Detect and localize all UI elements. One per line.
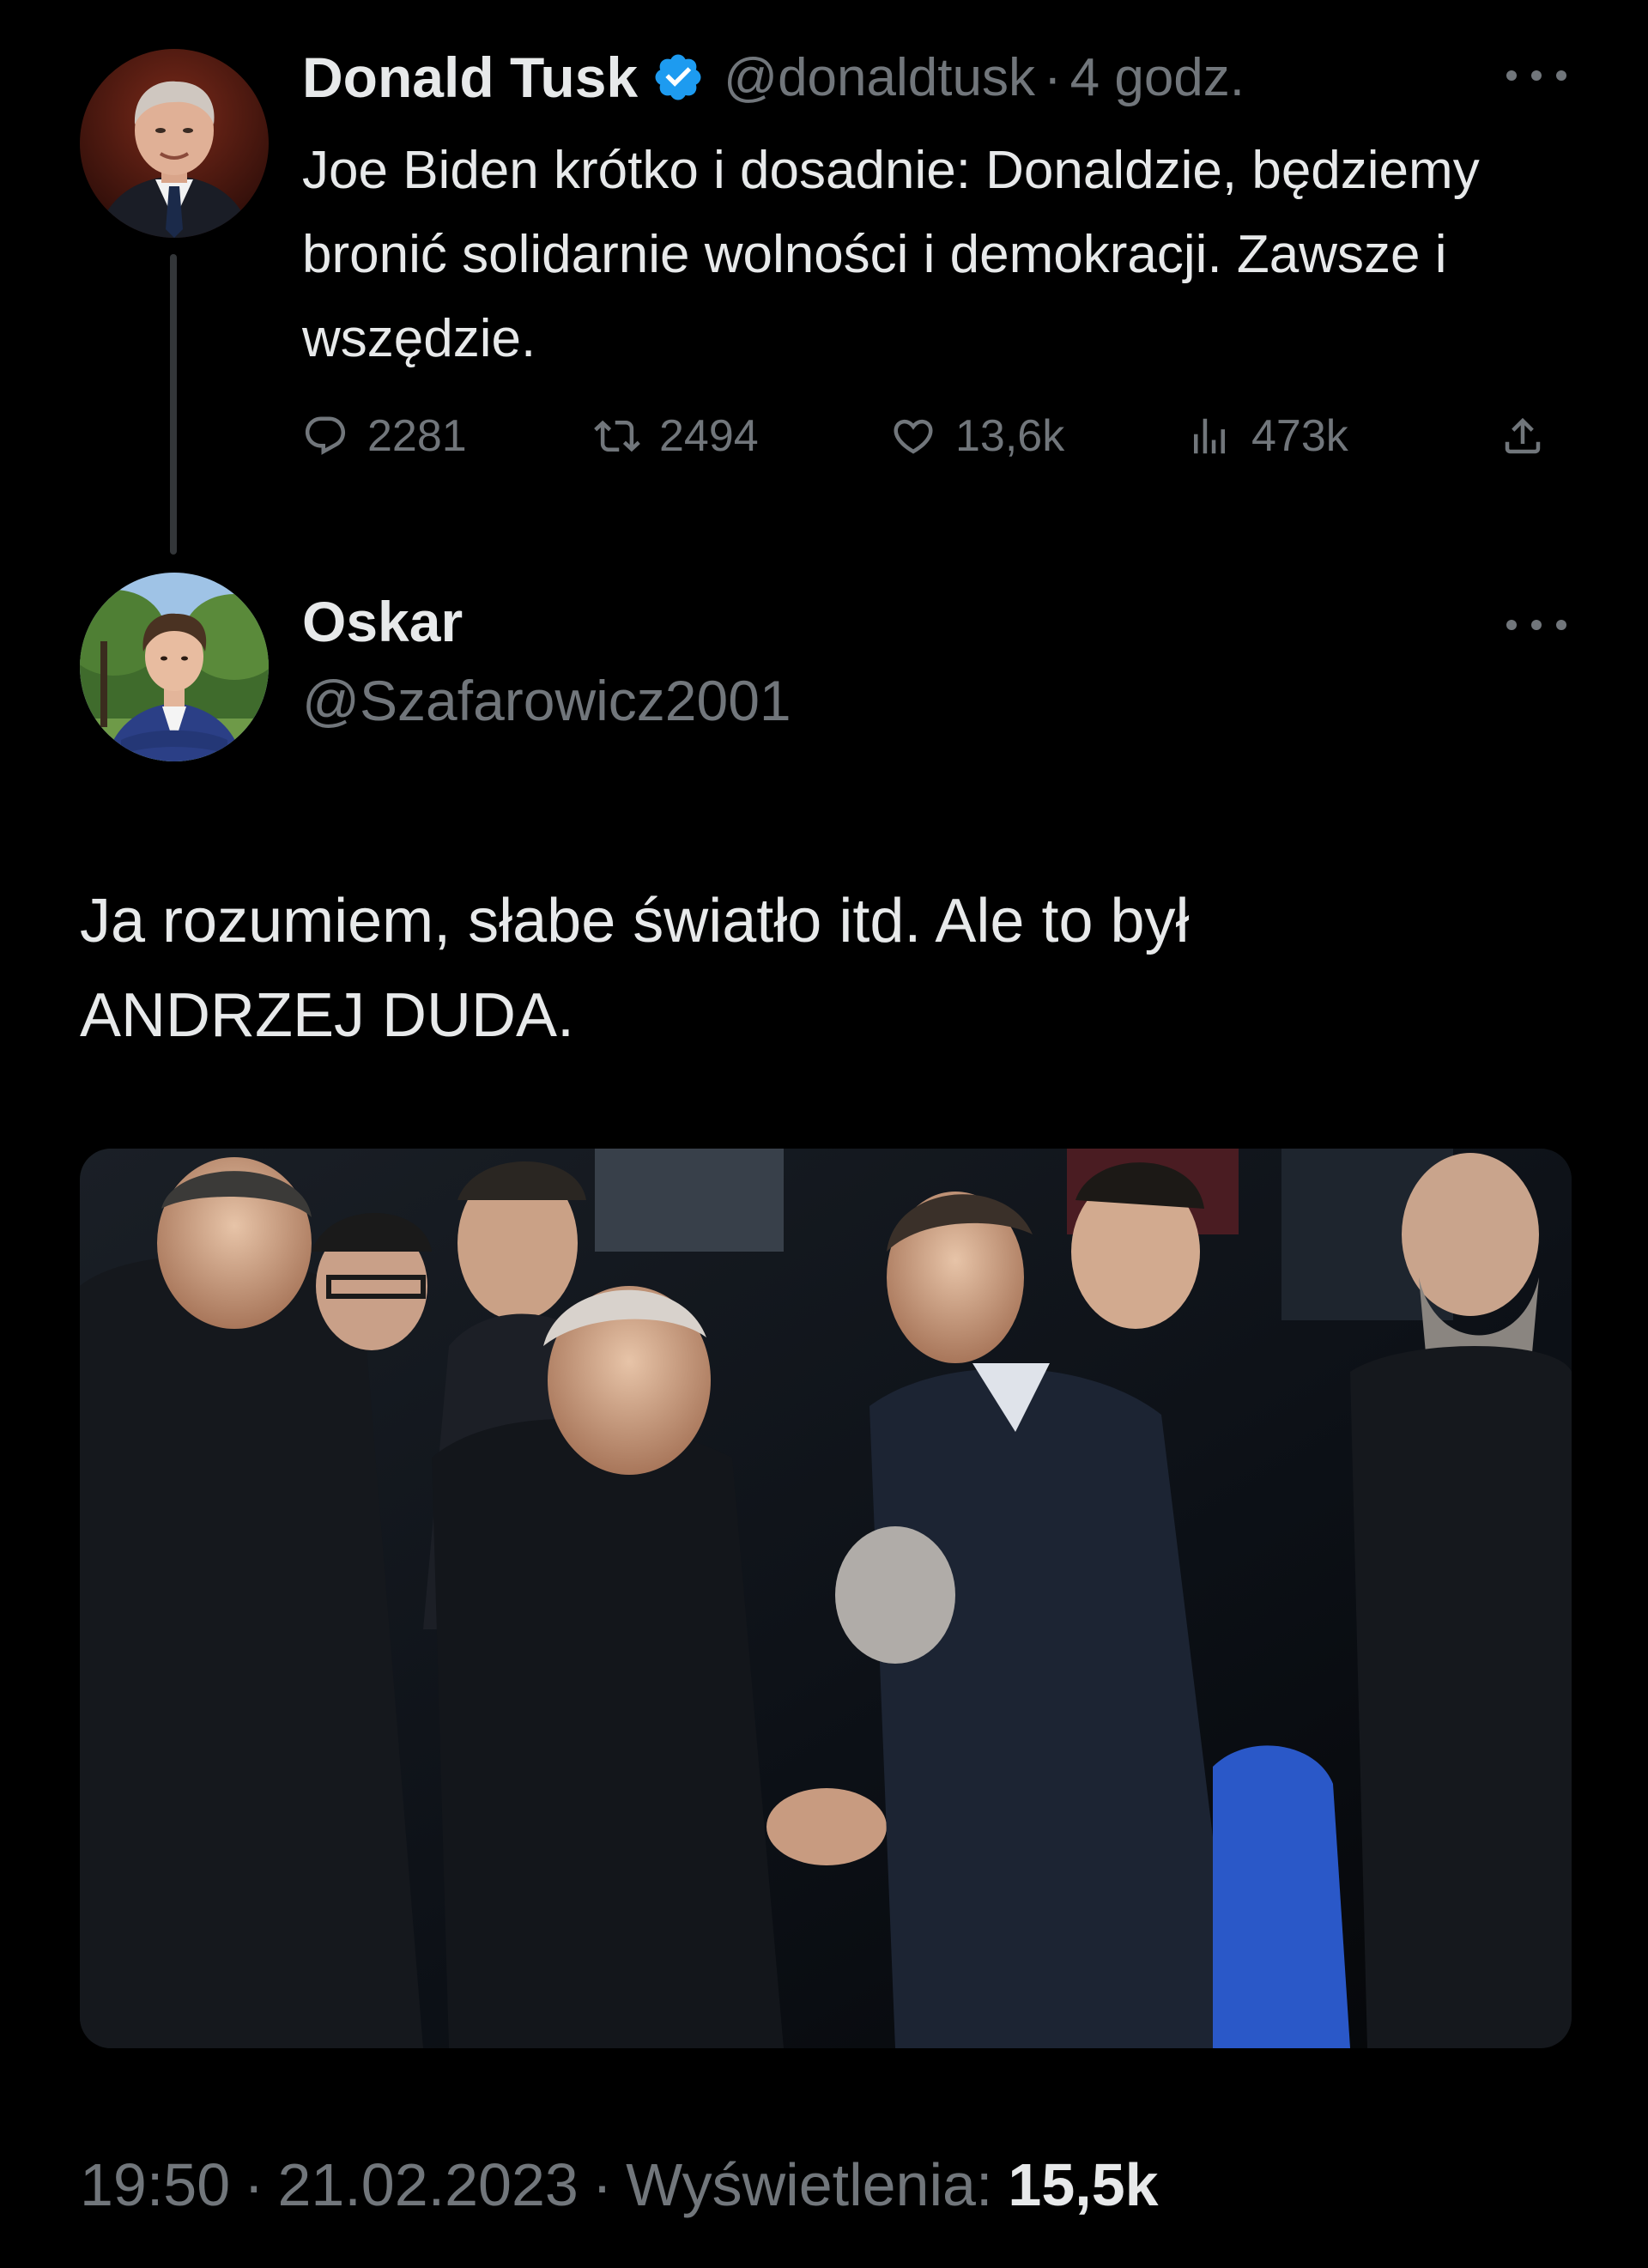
avatar-oskar[interactable] [80, 573, 269, 761]
avatar-donald-tusk[interactable] [80, 49, 269, 238]
share-button[interactable] [1500, 402, 1546, 470]
retweet-button[interactable]: 2494 [594, 402, 759, 470]
main-display-name[interactable]: Oskar [302, 589, 463, 654]
heart-icon [890, 413, 936, 459]
views-count: 473k [1251, 411, 1348, 461]
parent-display-name[interactable]: Donald Tusk [302, 45, 638, 110]
reply-button[interactable]: 2281 [302, 402, 467, 470]
separator-dot: · [244, 2151, 264, 2218]
retweet-icon [594, 413, 640, 459]
like-button[interactable]: 13,6k [890, 402, 1064, 470]
main-tweet-text-line: Ja rozumiem, słabe światło itd. Ale to b… [80, 887, 1190, 955]
views-icon [1186, 413, 1233, 459]
parent-handle[interactable]: @donaldtusk [724, 47, 1035, 108]
more-options-icon[interactable] [1506, 67, 1566, 84]
reply-icon [302, 413, 348, 459]
parent-tweet-text: Joe Biden krótko i dosadnie: Donaldzie, … [302, 141, 1480, 368]
separator-dot: · [591, 2151, 613, 2218]
verified-badge-icon [651, 51, 705, 104]
thread-connector-line [170, 254, 177, 555]
tweet-photo[interactable] [80, 1149, 1572, 2048]
views-label: Wyświetlenia: [626, 2151, 993, 2218]
share-icon [1500, 413, 1546, 459]
tweet-meta-footer: 19:50 · 21.02.2023 · Wyświetlenia: 15,5k [80, 2146, 1159, 2223]
tweet-date[interactable]: 21.02.2023 [277, 2150, 578, 2219]
parent-action-bar: 2281 2494 13,6k 473k [302, 402, 1572, 470]
main-tweet-text: Ja rozumiem, słabe światło itd. Ale to b… [80, 874, 1556, 1063]
parent-tweet-header: Donald Tusk @donaldtusk · 4 godz. [302, 34, 1245, 120]
more-options-icon[interactable] [1506, 616, 1566, 634]
tweet-time[interactable]: 19:50 [80, 2150, 230, 2219]
retweet-count: 2494 [659, 411, 759, 461]
parent-time-ago[interactable]: 4 godz. [1070, 47, 1245, 108]
separator-dot: · [1043, 47, 1062, 107]
reply-count: 2281 [367, 411, 467, 461]
like-count: 13,6k [955, 411, 1065, 461]
views-total: 15,5k [1008, 2151, 1159, 2218]
main-handle[interactable]: @Szafarowicz2001 [302, 668, 791, 733]
main-tweet-text-line: ANDRZEJ DUDA. [80, 981, 575, 1050]
views-button[interactable]: 473k [1186, 402, 1348, 470]
